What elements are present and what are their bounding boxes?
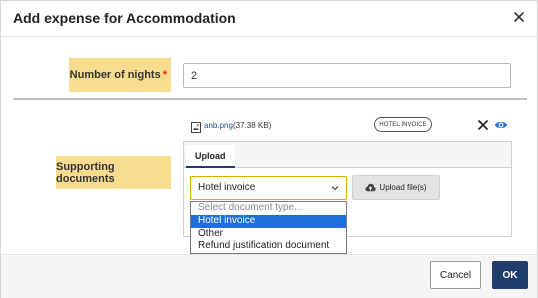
document-type-badge: HOTEL INVOICE	[374, 117, 432, 132]
nights-input[interactable]	[183, 63, 511, 88]
dropdown-option-other[interactable]: Other	[191, 228, 346, 241]
dialog-title: Add expense for Accommodation	[13, 10, 236, 26]
documents-label: Supporting documents	[56, 156, 171, 189]
cloud-upload-icon	[365, 183, 377, 192]
attachment-file-name[interactable]: anb.png	[204, 121, 233, 130]
eye-icon[interactable]	[494, 118, 508, 130]
upload-tabs: Upload	[184, 142, 511, 168]
document-type-selected: Hotel invoice	[198, 182, 256, 193]
attachment-file-size: (37.38 KB)	[233, 121, 272, 130]
expense-dialog: Add expense for Accommodation Number of …	[0, 0, 538, 298]
nights-label: Number of nights *	[69, 58, 171, 92]
dropdown-option-placeholder[interactable]: Select document type...	[191, 202, 346, 215]
cancel-button[interactable]: Cancel	[430, 261, 481, 289]
document-type-dropdown: Select document type... Hotel invoice Ot…	[190, 201, 347, 254]
image-file-icon	[191, 120, 201, 133]
chevron-down-icon	[331, 186, 339, 191]
dropdown-option-hotel-invoice[interactable]: Hotel invoice	[191, 214, 346, 228]
close-icon[interactable]	[511, 9, 527, 25]
dialog-header: Add expense for Accommodation	[1, 1, 537, 37]
nights-label-text: Number of nights	[69, 69, 161, 81]
upload-files-label: Upload file(s)	[379, 183, 427, 192]
tab-upload[interactable]: Upload	[186, 145, 235, 168]
ok-button[interactable]: OK	[492, 261, 528, 289]
remove-icon[interactable]	[477, 118, 489, 130]
section-divider	[13, 98, 527, 100]
dropdown-option-refund-justification[interactable]: Refund justification document	[191, 240, 346, 253]
upload-files-button[interactable]: Upload file(s)	[352, 175, 440, 200]
required-marker: *	[162, 69, 167, 81]
document-type-select[interactable]: Hotel invoice	[190, 176, 347, 200]
